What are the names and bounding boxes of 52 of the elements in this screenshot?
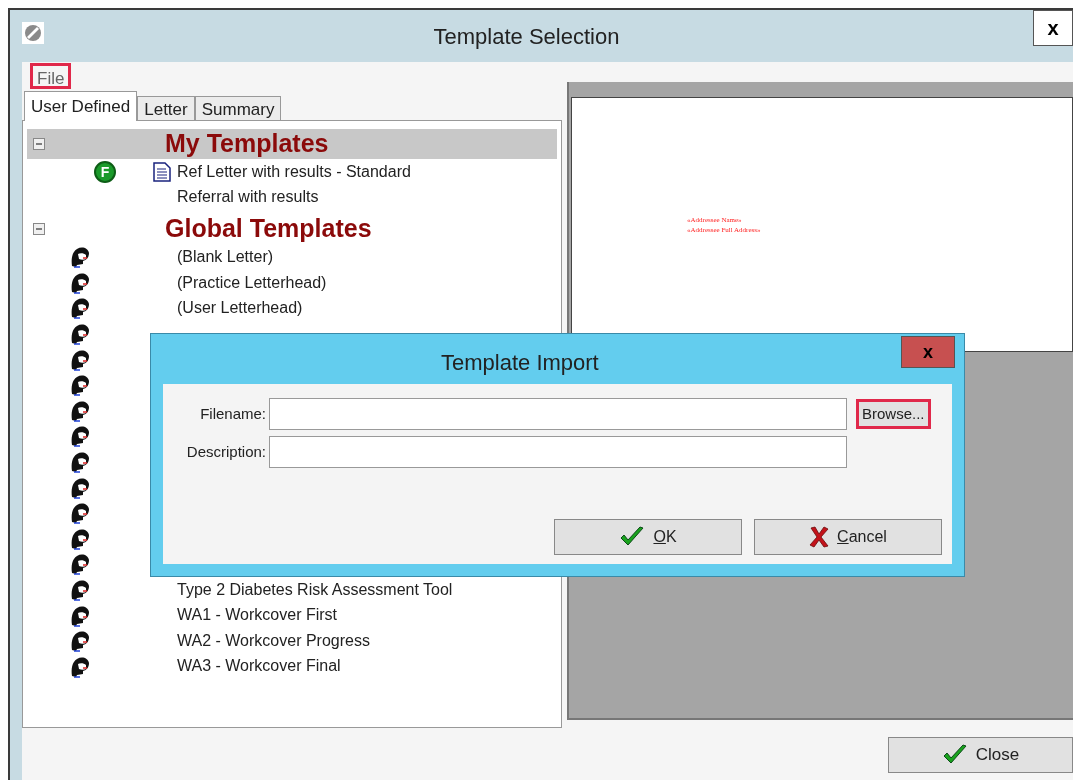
person-icon: [69, 476, 91, 499]
tree-group-header[interactable]: Global Templates: [27, 214, 557, 245]
person-icon: [69, 425, 91, 448]
person-icon: [69, 655, 91, 678]
template-item[interactable]: (Blank Letter): [177, 245, 274, 269]
template-item[interactable]: WA3 - Workcover Final: [177, 654, 341, 679]
menu-item[interactable]: File: [30, 63, 72, 89]
person-icon: [69, 297, 91, 320]
tab[interactable]: Letter: [137, 96, 195, 120]
tree-group-header[interactable]: My Templates: [27, 129, 557, 159]
person-icon: [69, 399, 91, 422]
dialog-title: Template Import: [441, 349, 599, 377]
text-field[interactable]: [269, 398, 847, 430]
document-icon: [153, 162, 171, 182]
browse-button[interactable]: Browse...: [856, 399, 931, 429]
field-label: Description:: [185, 441, 266, 462]
person-icon: [69, 502, 91, 525]
person-icon: [69, 450, 91, 473]
ok-button[interactable]: OK: [554, 519, 742, 555]
close-button[interactable]: x: [901, 336, 955, 368]
person-icon: [69, 322, 91, 345]
template-item[interactable]: (User Letterhead): [177, 296, 303, 321]
text-field[interactable]: [269, 436, 847, 468]
tab[interactable]: User Defined: [24, 91, 138, 121]
template-item[interactable]: WA2 - Workcover Progress: [177, 628, 370, 653]
person-icon: [69, 348, 91, 371]
template-item[interactable]: (Practice Letterhead): [177, 270, 327, 295]
group-title: My Templates: [165, 128, 329, 160]
badge: F: [94, 161, 116, 183]
close-button[interactable]: x: [1033, 10, 1073, 46]
person-icon: [69, 374, 91, 397]
group-title: Global Templates: [165, 213, 372, 245]
close-button[interactable]: Close: [888, 737, 1073, 773]
collapse-icon[interactable]: [33, 138, 45, 150]
template-item[interactable]: Referral with results: [177, 185, 319, 210]
person-icon: [69, 604, 91, 627]
person-icon: [69, 527, 91, 550]
template-item[interactable]: Type 2 Diabetes Risk Assessment Tool: [177, 577, 453, 602]
field-label: Filename:: [199, 403, 266, 424]
cancel-button[interactable]: Cancel: [754, 519, 942, 555]
cancel-icon: [809, 526, 830, 548]
collapse-icon[interactable]: [33, 223, 45, 236]
person-icon: [69, 553, 91, 576]
person-icon: [69, 578, 91, 601]
person-icon: [69, 246, 91, 269]
person-icon: [69, 271, 91, 294]
template-item[interactable]: WA1 - Workcover First: [177, 603, 337, 628]
app-logo-icon: [22, 22, 44, 44]
window-title: Template Selection: [433, 22, 620, 51]
person-icon: [69, 630, 91, 653]
tab[interactable]: Summary: [194, 96, 282, 120]
template-item[interactable]: Ref Letter with results - Standard: [177, 159, 411, 184]
